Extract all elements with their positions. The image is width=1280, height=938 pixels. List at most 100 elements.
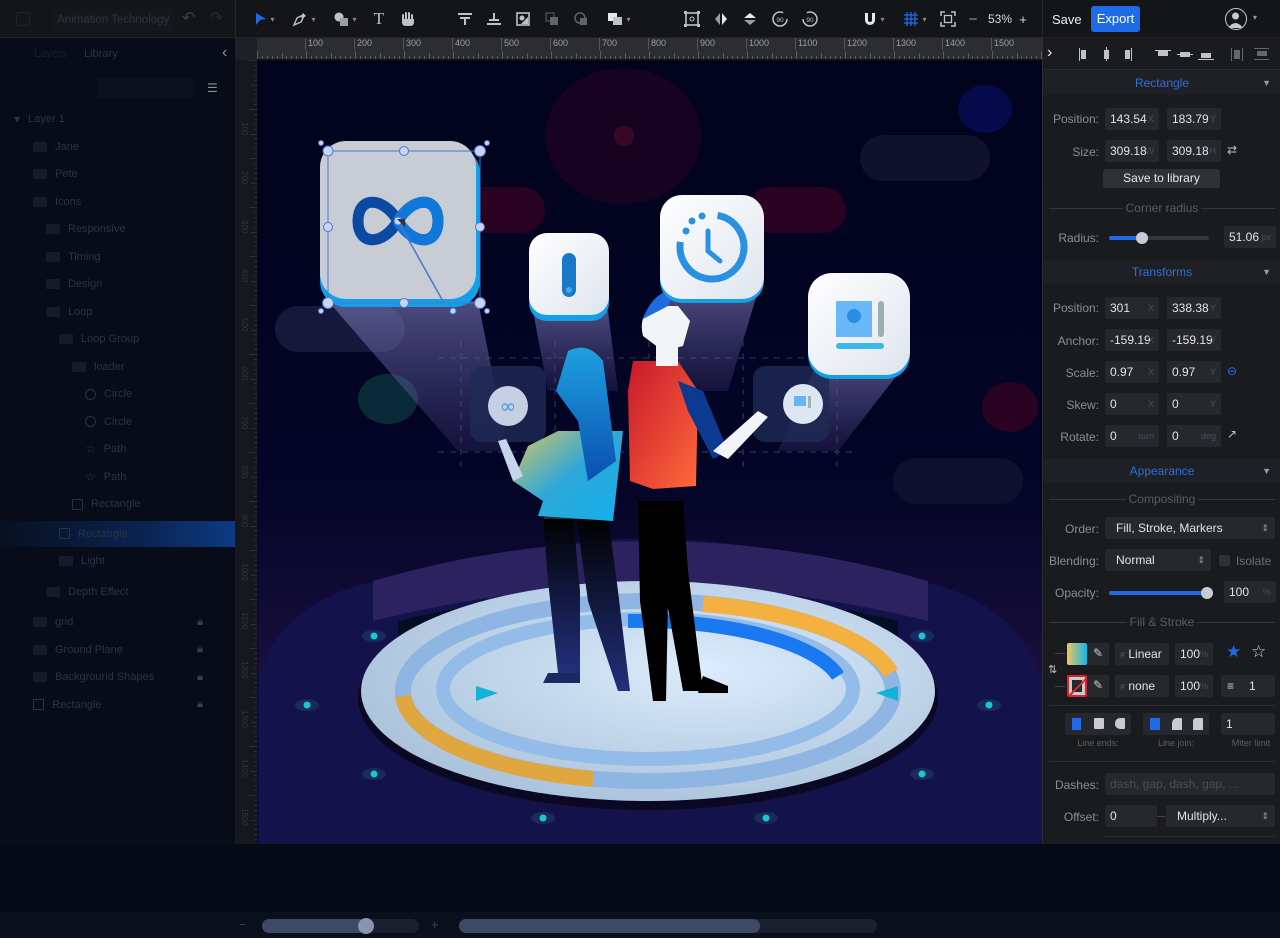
line-join-bevel-button[interactable] [1193,718,1203,730]
select-tool[interactable]: ▾ [250,8,280,30]
blending-select[interactable]: Normal ⇕ [1105,549,1211,571]
fit-selection-icon[interactable] [514,8,532,30]
position-y-input[interactable]: 183.79 Y [1167,108,1221,130]
grid-menu[interactable]: ▾ [899,8,931,30]
flip-vertical-icon[interactable] [741,8,759,30]
swap-fill-stroke-icon[interactable]: ⇅ [1048,663,1057,676]
export-button[interactable]: Export [1091,6,1140,32]
timeline-zoom-slider[interactable] [262,918,419,934]
line-join-round-button[interactable] [1172,718,1182,730]
app-menu-icon[interactable] [16,12,30,26]
rotate-deg-input[interactable]: 0 deg [1167,425,1221,447]
collapse-caret-icon[interactable]: ▼ [1262,71,1271,95]
radius-slider-thumb[interactable] [1136,232,1148,244]
rotate-turn-input[interactable]: 0 turn [1105,425,1159,447]
collapse-caret-icon[interactable]: ▼ [1262,459,1271,483]
layer-item[interactable]: Rectangle 🔒︎ [0,692,235,718]
tab-library[interactable]: Library [84,48,118,60]
layer-item[interactable]: Pete [0,161,235,187]
layer-item[interactable]: Timing [0,244,235,270]
hand-tool[interactable] [398,8,418,30]
layer-item[interactable]: ☆ Path [0,464,235,490]
user-avatar-icon[interactable] [1225,8,1247,30]
canvas-area[interactable]: 100 200 300 400 500 600 700 800 900 1000 1100 1200 1… [235,38,1042,845]
fill-star-filled-icon[interactable]: ★ [1226,642,1241,662]
line-end-square-button[interactable] [1094,718,1104,729]
order-select[interactable]: Fill, Stroke, Markers ⇕ [1105,517,1275,539]
layer-item[interactable]: Rectangle [0,491,235,517]
layer-item[interactable]: Responsive [0,216,235,242]
layer-item[interactable]: Loop Group [0,326,235,352]
stroke-eyedropper-icon[interactable]: ✎ [1093,678,1103,692]
lock-icon[interactable]: 🔒︎ [197,643,203,656]
stroke-swatch-group[interactable]: ✎ [1067,675,1109,697]
layer-item[interactable]: grid 🔒︎ [0,609,235,635]
constrain-proportions-icon[interactable]: ⇄ [1227,143,1237,157]
redo-icon[interactable]: ↷ [210,8,223,28]
layer-item[interactable]: loader [0,354,235,380]
fit-canvas-icon[interactable] [939,8,957,30]
size-w-input[interactable]: 309.18 W [1105,140,1159,162]
layer-item[interactable]: Ground Plane 🔒︎ [0,637,235,663]
expand-panel-icon[interactable]: › [1047,44,1052,62]
fill-swatch-group[interactable]: ✎ [1067,643,1109,665]
transform-box-icon[interactable] [682,8,702,30]
opacity-slider-thumb[interactable] [1201,587,1213,599]
dash-blend-select[interactable]: Multiply... ⇕ [1166,805,1275,827]
collapse-panel-icon[interactable]: ‹ [222,44,227,62]
layer-item[interactable]: Loop [0,299,235,325]
stroke-opacity-input[interactable]: 100% [1175,675,1213,697]
layer-item[interactable]: Jane [0,134,235,160]
miter-limit-input[interactable]: 1 [1221,713,1275,735]
section-appearance[interactable]: Appearance ▼ [1043,459,1280,483]
scale-x-input[interactable]: 0.97 X [1105,361,1159,383]
align-buttons[interactable] [1079,47,1269,61]
layer-item[interactable]: Rectangle [0,520,235,547]
section-rectangle[interactable]: Rectangle ▼ [1043,71,1280,95]
arrange-menu[interactable]: ▾ [604,8,634,30]
fill-color-swatch[interactable] [1067,643,1087,665]
layer-item[interactable]: Circle [0,381,235,407]
user-menu-caret-icon[interactable]: ▾ [1253,13,1257,22]
line-join-miter-button[interactable] [1150,718,1160,730]
mask-icon[interactable] [572,8,590,30]
align-baseline-icon[interactable] [485,8,503,30]
stroke-width-input[interactable]: ≡ 1 [1221,675,1275,697]
layer-item[interactable]: Depth Effect [0,579,235,605]
radius-slider[interactable] [1109,232,1209,244]
tab-layers[interactable]: Layers [34,48,67,60]
stroke-color-swatch[interactable] [1067,675,1087,697]
skew-y-input[interactable]: 0Y [1167,393,1221,415]
offset-input[interactable]: 0 [1105,805,1157,827]
opacity-input[interactable]: 100% [1224,581,1276,603]
layer-item[interactable]: Light [0,548,235,574]
zoom-in-button[interactable]: + [1016,8,1030,30]
anchor-y-input[interactable]: -159.19 Y [1167,329,1221,351]
scale-y-input[interactable]: 0.97 Y [1167,361,1221,383]
dashes-input[interactable]: dash, gap, dash, gap, ... [1105,773,1275,795]
collapse-caret-icon[interactable]: ▼ [1262,260,1271,284]
layer-item[interactable]: Circle [0,409,235,435]
skew-x-input[interactable]: 0X [1105,393,1159,415]
zoom-out-button[interactable]: − [966,8,980,30]
rotate-cw-90-icon[interactable]: 90 [800,8,820,30]
shape-tool[interactable]: ▾ [328,8,362,30]
size-h-input[interactable]: 309.18 H [1167,140,1221,162]
timeline-zoom-thumb[interactable] [357,918,374,934]
lock-icon[interactable]: 🔒︎ [197,698,203,711]
fill-eyedropper-icon[interactable]: ✎ [1093,646,1103,660]
section-transforms[interactable]: Transforms ▼ [1043,260,1280,284]
layer-item[interactable]: Icons [0,189,235,215]
horizontal-ruler[interactable]: 100 200 300 400 500 600 700 800 900 1000 1100 1200 1… [257,38,1042,60]
text-tool-icon[interactable]: T [370,8,388,30]
save-button[interactable]: Save [1052,12,1082,27]
line-end-round-button[interactable] [1115,718,1125,729]
line-end-butt-button[interactable] [1072,718,1081,730]
fill-star-outline-icon[interactable]: ☆ [1251,642,1266,662]
layer-search-input[interactable] [98,78,194,98]
pen-tool[interactable]: ▾ [288,8,320,30]
rotate-handle-icon[interactable]: ↗ [1227,427,1237,441]
lock-icon[interactable]: 🔒︎ [197,671,203,684]
opacity-slider[interactable] [1109,587,1213,599]
fill-opacity-input[interactable]: 100% [1175,643,1213,665]
